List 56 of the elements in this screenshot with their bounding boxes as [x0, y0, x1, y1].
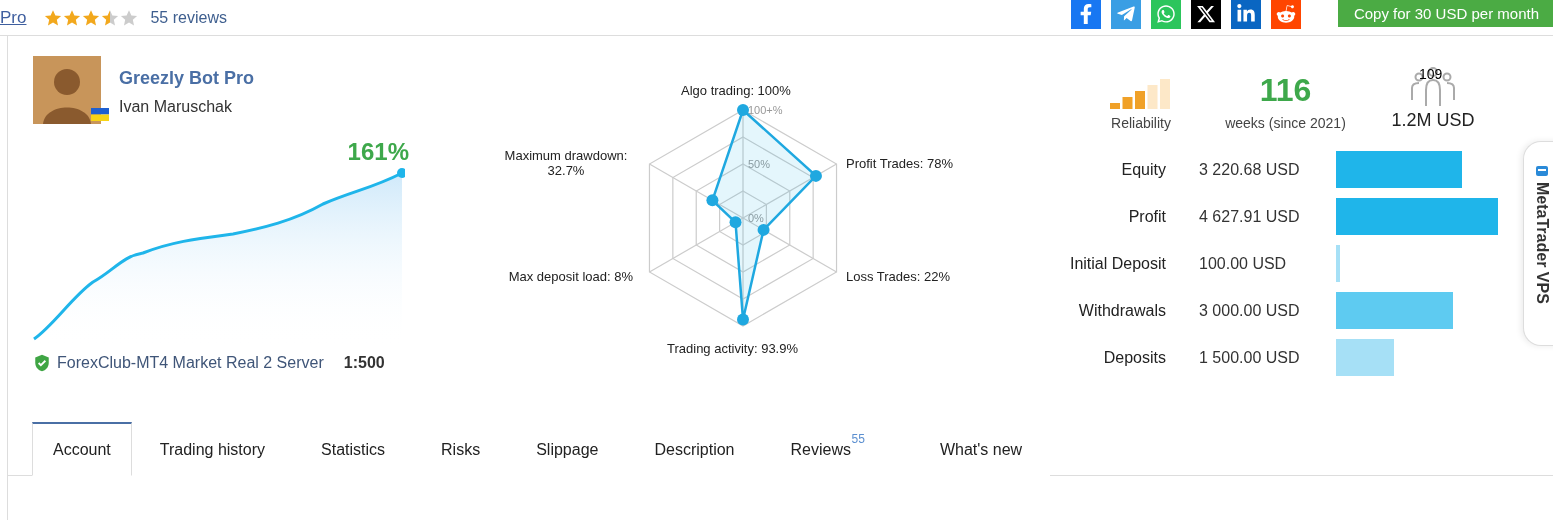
- ring-label: 100+%: [748, 104, 783, 116]
- star-icon: [82, 8, 101, 27]
- balance-value: 4 627.91 USD: [1199, 207, 1301, 226]
- radar-label: Max deposit load: 8%: [508, 269, 633, 284]
- server-link[interactable]: ForexClub-MT4 Market Real 2 Server: [57, 354, 324, 372]
- star-icon: [101, 8, 120, 27]
- ring-label: 50%: [748, 158, 771, 170]
- radar-label: Maximum drawdown: 32.7%: [503, 148, 629, 178]
- radar-point: [809, 169, 822, 182]
- subscriber-count: 109: [1419, 66, 1443, 82]
- linkedin-icon[interactable]: [1230, 0, 1261, 29]
- side-tab[interactable]: MetaTrader VPS: [1523, 141, 1553, 346]
- radar-point: [729, 216, 742, 229]
- radar-label: Algo trading: 100%: [681, 83, 791, 98]
- radar-point: [706, 194, 719, 207]
- balance-value: 1 500.00 USD: [1199, 348, 1301, 367]
- review-count: 55: [851, 432, 865, 446]
- ring-label: 0%: [748, 212, 764, 224]
- radar-label: Loss Trades: 22%: [846, 269, 951, 284]
- people-icon: [1408, 66, 1458, 108]
- leverage: 1:500: [343, 354, 385, 372]
- vps-icon: [1534, 164, 1549, 178]
- facebook-icon[interactable]: [1070, 0, 1101, 29]
- balance-label: Equity: [1120, 160, 1166, 179]
- radar-label: Profit Trades: 78%: [846, 156, 953, 171]
- radar-label: Trading activity: 93.9%: [667, 341, 799, 356]
- radar-point: [737, 104, 749, 116]
- radar-point: [757, 223, 770, 236]
- whatsapp-icon[interactable]: [1150, 0, 1181, 29]
- balance-label: Withdrawals: [1077, 301, 1166, 320]
- balance-label: Initial Deposit: [1068, 254, 1166, 273]
- shield-check-icon: [33, 354, 51, 372]
- telegram-icon[interactable]: [1110, 0, 1141, 29]
- balance-value: 3 220.68 USD: [1199, 160, 1301, 179]
- balance-label: Profit: [1127, 207, 1166, 226]
- star-icon: [44, 8, 63, 27]
- author-name: Ivan Maruschak: [119, 98, 233, 116]
- reddit-icon[interactable]: [1270, 0, 1301, 29]
- signal-title[interactable]: Greezly Bot Pro: [119, 68, 255, 89]
- radar-point: [737, 313, 749, 326]
- growth-value: 161%: [347, 138, 409, 166]
- back-link[interactable]: Pro: [0, 7, 27, 28]
- weeks-label: weeks (since 2021): [1225, 115, 1346, 131]
- balance-label: Deposits: [1102, 348, 1166, 367]
- star-icon: [120, 8, 139, 27]
- reviews-link[interactable]: 55 reviews: [150, 8, 227, 27]
- balance-value: 100.00 USD: [1199, 254, 1288, 273]
- weeks-count: 116: [1259, 72, 1312, 109]
- reliability-label: Reliability: [1111, 115, 1171, 131]
- star-icon: [63, 8, 82, 27]
- balance-value: 3 000.00 USD: [1199, 301, 1301, 320]
- tab[interactable]: Account: [32, 422, 132, 476]
- funds-value: 1.2M USD: [1391, 110, 1475, 131]
- flag-icon: [91, 108, 109, 121]
- x-icon[interactable]: [1190, 0, 1221, 29]
- avatar: [33, 56, 101, 124]
